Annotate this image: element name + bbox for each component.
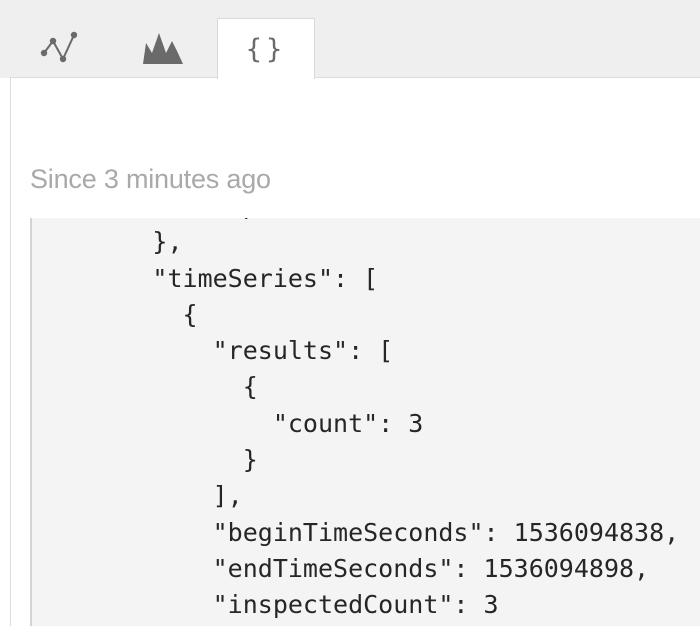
tab-area-chart[interactable] xyxy=(118,18,208,78)
tab-line-chart[interactable] xyxy=(20,18,100,78)
json-code-text: "inspectedCount": 4 }, "timeSeries": [ {… xyxy=(152,218,680,620)
tab-json[interactable]: {} xyxy=(217,18,315,79)
json-output[interactable]: "inspectedCount": 4 }, "timeSeries": [ {… xyxy=(30,218,700,626)
chart-type-tab-bar: {} xyxy=(0,0,700,79)
area-chart-icon xyxy=(143,33,183,64)
line-chart-icon xyxy=(40,31,78,63)
time-range-label: Since 3 minutes ago xyxy=(30,164,271,194)
json-braces-icon: {} xyxy=(245,33,287,65)
